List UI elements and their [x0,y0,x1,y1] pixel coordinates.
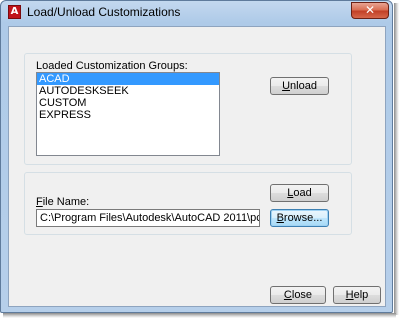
help-button[interactable]: Help [333,286,381,304]
list-item[interactable]: AUTODESKSEEK [37,85,219,97]
load-button[interactable]: Load [270,184,329,202]
unload-button-label: nload [290,80,317,92]
close-button-mnemonic: C [283,289,292,301]
file-name-label-mnemonic: F [36,196,43,208]
close-button[interactable]: Close [270,286,326,304]
file-name-value: C:\Program Files\Autodesk\AutoCAD 2011\p… [40,212,260,224]
list-item[interactable]: EXPRESS [37,109,219,121]
title-bar[interactable]: A Load/Unload Customizations ✕ [1,1,392,25]
file-name-label: File Name: [36,196,89,208]
file-name-input[interactable]: C:\Program Files\Autodesk\AutoCAD 2011\p… [36,209,260,227]
browse-button-label: rowse... [283,212,323,224]
list-item[interactable]: CUSTOM [37,97,219,109]
browse-button-mnemonic: B [276,212,284,224]
customization-groups-listbox[interactable]: ACAD AUTODESKSEEK CUSTOM EXPRESS [36,72,220,156]
browse-button[interactable]: Browse... [270,209,329,227]
window-close-button[interactable]: ✕ [351,2,389,19]
list-item[interactable]: ACAD [37,73,219,85]
load-button-label: oad [293,187,312,199]
customization-groups-label: Loaded Customization Groups: [36,60,188,72]
close-icon: ✕ [364,3,376,17]
help-button-mnemonic: H [345,289,354,301]
close-button-label: lose [291,289,313,301]
dialog-title: Load/Unload Customizations [27,5,181,19]
window-shadow-bottom [3,313,396,318]
file-name-label-text: ile Name: [42,196,90,208]
autocad-app-icon: A [8,5,21,19]
window-shadow-right [394,3,399,315]
help-button-label: elp [353,289,369,301]
unload-button[interactable]: Unload [270,77,329,95]
unload-button-mnemonic: U [282,80,291,92]
